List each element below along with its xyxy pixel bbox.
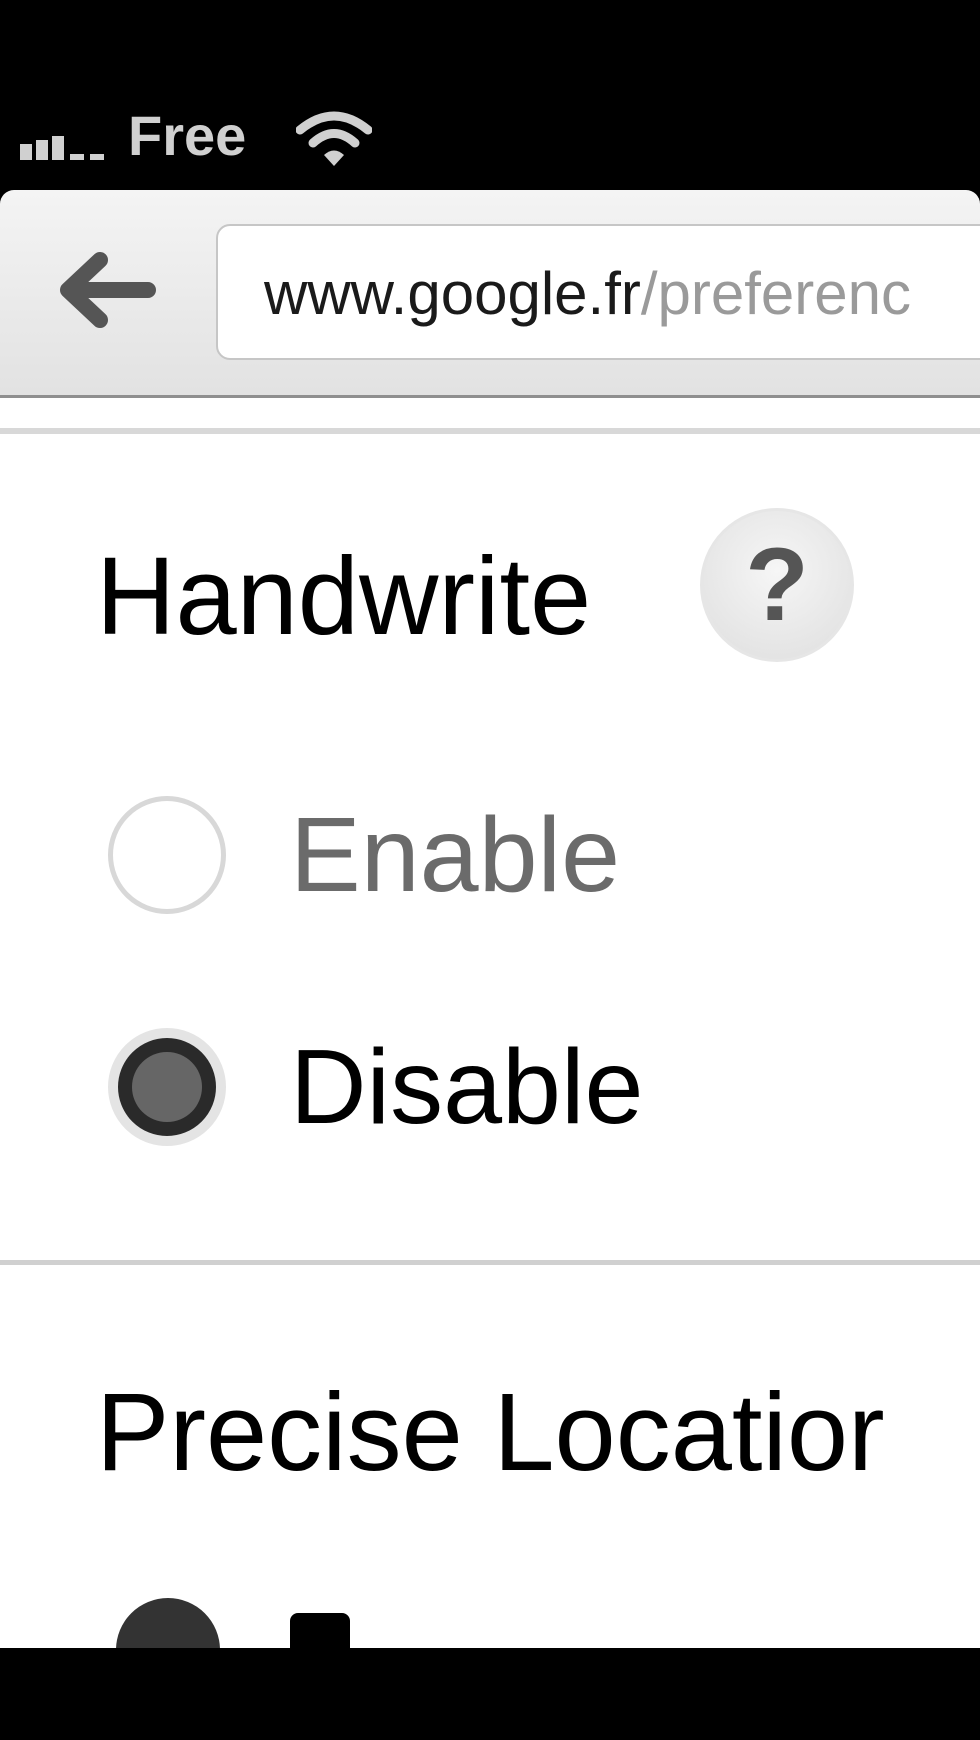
partial-option-label	[290, 1613, 350, 1648]
section-divider	[0, 1260, 980, 1265]
signal-bars-icon	[20, 136, 104, 160]
status-bar: Free	[0, 0, 980, 190]
handwrite-title: Handwrite	[96, 535, 592, 658]
carrier-name: Free	[128, 104, 247, 167]
disable-radio[interactable]	[108, 1028, 226, 1146]
top-divider	[0, 428, 980, 434]
enable-radio[interactable]	[108, 796, 226, 914]
url-path: /preferenc	[640, 260, 912, 327]
back-arrow-icon[interactable]	[52, 242, 156, 338]
url-bar[interactable]: www.google.fr/preferenc	[216, 224, 980, 360]
precise-location-title: Precise Locatior	[96, 1371, 885, 1494]
enable-label[interactable]: Enable	[290, 802, 620, 908]
help-button[interactable]: ?	[700, 508, 854, 662]
url-domain: www.google.fr	[264, 260, 641, 327]
url-text: www.google.fr/preferenc	[264, 264, 911, 324]
preferences-page: Handwrite ? Enable Disable Precise Locat…	[0, 398, 980, 1648]
partial-radio[interactable]	[116, 1598, 220, 1648]
browser-toolbar: www.google.fr/preferenc	[0, 190, 980, 398]
bottom-bar	[0, 1648, 980, 1740]
disable-label[interactable]: Disable	[290, 1034, 644, 1140]
wifi-icon	[296, 111, 372, 166]
